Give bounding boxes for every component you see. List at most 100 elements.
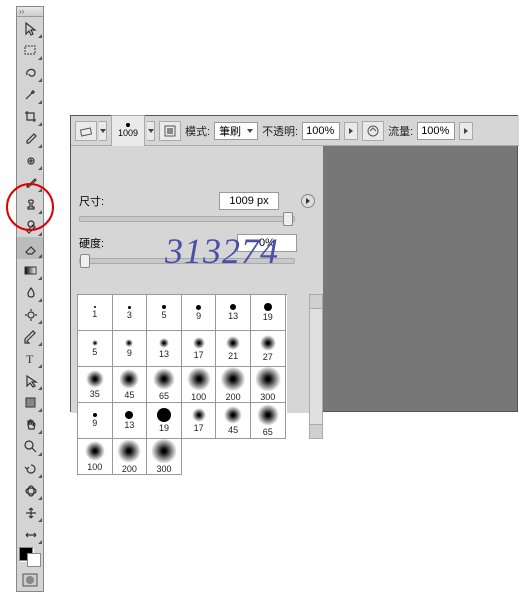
blur-tool[interactable] xyxy=(17,281,43,303)
size-input[interactable]: 1009 px xyxy=(219,192,279,210)
brush-panel-toggle[interactable] xyxy=(159,121,181,141)
brush-tool[interactable] xyxy=(17,171,43,193)
main-panel: 1009 模式: 筆刷 不透明: 100% 流量: 100% 尺寸: 1009 … xyxy=(70,115,518,412)
type-tool[interactable]: T xyxy=(17,347,43,369)
hardness-input[interactable]: 0% xyxy=(237,234,297,252)
zoom-tool[interactable] xyxy=(17,435,43,457)
brush-preset-label: 27 xyxy=(263,352,273,362)
brush-preset-label: 3 xyxy=(127,310,132,320)
color-swatches[interactable] xyxy=(17,545,43,569)
brush-preset-label: 200 xyxy=(226,392,241,402)
brush-preset[interactable]: 3 xyxy=(113,295,148,331)
brush-preset-label: 45 xyxy=(124,390,134,400)
brush-preset[interactable]: 19 xyxy=(147,403,182,439)
history-brush-tool[interactable] xyxy=(17,215,43,237)
brush-preset[interactable]: 45 xyxy=(216,403,251,439)
brush-preset[interactable]: 13 xyxy=(147,331,182,367)
brush-preset-label: 17 xyxy=(194,423,204,433)
brush-popup: 尺寸: 1009 px 硬度: 0% 135913195913172127354… xyxy=(71,146,323,413)
brush-preset[interactable]: 27 xyxy=(251,331,286,367)
dodge-tool[interactable] xyxy=(17,303,43,325)
brush-preset[interactable]: 17 xyxy=(182,331,217,367)
pen-tool[interactable] xyxy=(17,325,43,347)
brush-preset[interactable]: 100 xyxy=(78,439,113,475)
mode-select[interactable]: 筆刷 xyxy=(214,122,258,140)
brush-preset[interactable]: 21 xyxy=(216,331,251,367)
brush-preset-label: 65 xyxy=(159,391,169,401)
brush-preset-label: 5 xyxy=(92,347,97,357)
brush-preset[interactable]: 45 xyxy=(113,367,148,403)
pressure-opacity-icon[interactable] xyxy=(362,121,384,141)
preset-scrollbar[interactable] xyxy=(309,294,323,439)
rectangle-tool[interactable] xyxy=(17,391,43,413)
eraser-tool[interactable] xyxy=(17,237,43,259)
stamp-tool[interactable] xyxy=(17,193,43,215)
brush-preset[interactable]: 5 xyxy=(78,331,113,367)
brush-preset[interactable]: 35 xyxy=(78,367,113,403)
brush-preset[interactable]: 200 xyxy=(113,439,148,475)
mode-label: 模式: xyxy=(185,123,210,139)
heal-tool[interactable] xyxy=(17,149,43,171)
brush-preset-label: 65 xyxy=(263,427,273,437)
brush-preset[interactable]: 100 xyxy=(182,367,217,403)
size-slider[interactable] xyxy=(79,216,295,222)
brush-preset-label: 13 xyxy=(124,420,134,430)
background-swatch[interactable] xyxy=(27,553,41,567)
flow-jog[interactable] xyxy=(459,122,473,140)
brush-preset[interactable]: 9 xyxy=(113,331,148,367)
brush-preset[interactable]: 5 xyxy=(147,295,182,331)
marquee-tool[interactable] xyxy=(17,39,43,61)
opacity-value[interactable]: 100% xyxy=(302,122,340,140)
brush-preset-label: 5 xyxy=(161,310,166,320)
brush-preset-dropdown[interactable] xyxy=(147,121,155,141)
brush-preset[interactable]: 65 xyxy=(147,367,182,403)
quickmask-button[interactable] xyxy=(17,569,43,591)
brush-preset[interactable]: 9 xyxy=(182,295,217,331)
wand-tool[interactable] xyxy=(17,83,43,105)
lasso-tool[interactable] xyxy=(17,61,43,83)
crop-tool[interactable] xyxy=(17,105,43,127)
eyedropper-tool[interactable] xyxy=(17,127,43,149)
brush-preset[interactable]: 200 xyxy=(216,367,251,403)
brush-preview[interactable]: 1009 xyxy=(111,115,145,147)
tool-preset-dropdown[interactable] xyxy=(99,121,107,141)
brush-preset-label: 100 xyxy=(87,462,102,472)
rotate-tool[interactable] xyxy=(17,457,43,479)
brush-preset-label: 35 xyxy=(90,389,100,399)
path-select-tool[interactable] xyxy=(17,369,43,391)
brush-preset[interactable]: 300 xyxy=(251,367,286,403)
brush-preset[interactable]: 65 xyxy=(251,403,286,439)
brush-preset-label: 13 xyxy=(159,349,169,359)
brush-preset-label: 13 xyxy=(228,311,238,321)
opacity-label: 不透明: xyxy=(262,123,298,139)
brush-preset-label: 9 xyxy=(92,418,97,428)
gradient-tool[interactable] xyxy=(17,259,43,281)
tool-palette: ›› T xyxy=(16,6,44,592)
brush-preset[interactable]: 1 xyxy=(78,295,113,331)
brush-preset[interactable]: 13 xyxy=(216,295,251,331)
3d-slide-tool[interactable] xyxy=(17,523,43,545)
3d-orbit-tool[interactable] xyxy=(17,479,43,501)
flow-value[interactable]: 100% xyxy=(417,122,455,140)
hand-tool[interactable] xyxy=(17,413,43,435)
flyout-menu-button[interactable] xyxy=(301,194,315,208)
opacity-jog[interactable] xyxy=(344,122,358,140)
3d-pan-tool[interactable] xyxy=(17,501,43,523)
brush-preset-label: 19 xyxy=(159,423,169,433)
move-tool[interactable] xyxy=(17,17,43,39)
options-bar: 1009 模式: 筆刷 不透明: 100% 流量: 100% xyxy=(71,116,519,146)
brush-preset[interactable]: 19 xyxy=(251,295,286,331)
brush-preset-label: 45 xyxy=(228,425,238,435)
brush-size-number: 1009 xyxy=(118,128,138,138)
eraser-tool-icon[interactable] xyxy=(75,121,97,141)
hardness-slider[interactable] xyxy=(79,258,295,264)
flow-label: 流量: xyxy=(388,123,413,139)
brush-preset[interactable]: 9 xyxy=(78,403,113,439)
brush-preset[interactable]: 300 xyxy=(147,439,182,475)
brush-preset[interactable]: 13 xyxy=(113,403,148,439)
size-label: 尺寸: xyxy=(79,193,129,209)
palette-header[interactable]: ›› xyxy=(17,7,43,17)
brush-preset-label: 9 xyxy=(127,348,132,358)
brush-preset-label: 1 xyxy=(92,309,97,319)
brush-preset[interactable]: 17 xyxy=(182,403,217,439)
